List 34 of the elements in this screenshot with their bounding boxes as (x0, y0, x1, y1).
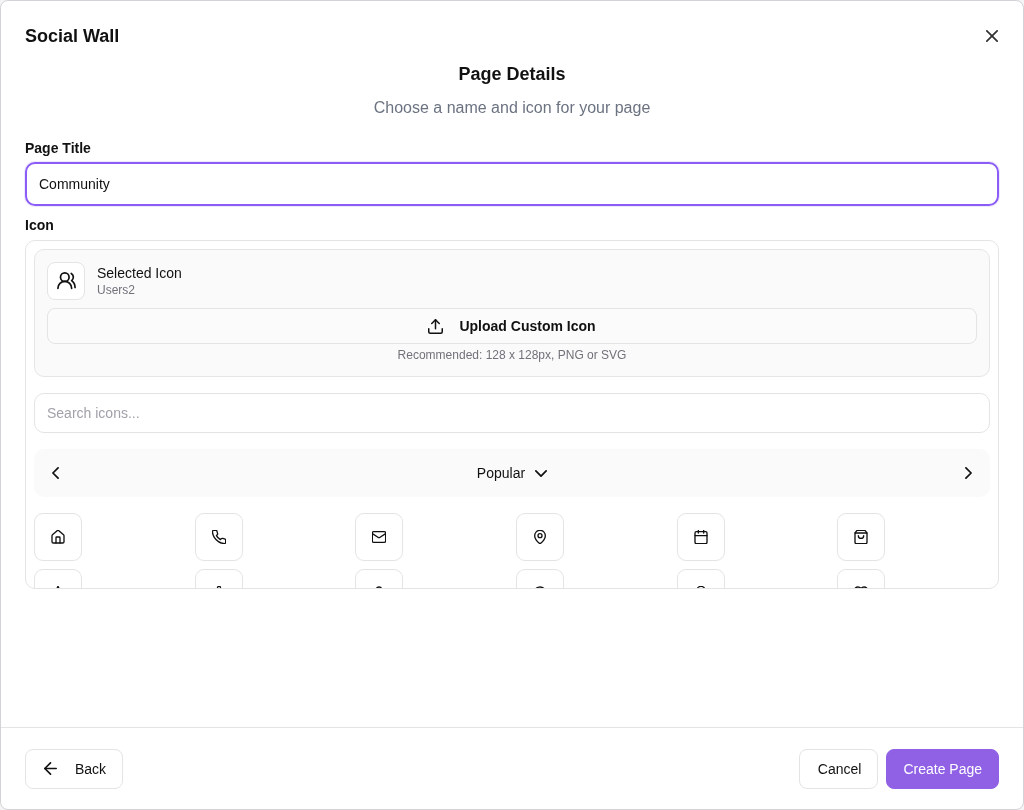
close-button[interactable] (986, 30, 998, 42)
icon-option[interactable] (516, 513, 564, 561)
search-field[interactable]: Search icons... (34, 393, 990, 433)
icon-option[interactable] (837, 513, 886, 561)
shopping-bag-icon (854, 530, 869, 544)
users-icon (47, 262, 85, 300)
map-pin-icon (533, 530, 547, 544)
selected-icon-name: Users2 (97, 282, 136, 298)
upload-icon (428, 318, 444, 334)
selected-icon-heading: Selected Icon (97, 264, 182, 282)
recommendation-text: Recommended: 128 x 128px, PNG or SVG (396, 347, 628, 363)
close-icon (986, 30, 998, 42)
icon-option[interactable] (34, 513, 82, 561)
category-dropdown[interactable]: Popular (470, 461, 554, 485)
page-title-field[interactable]: Community (25, 162, 999, 206)
icon-option[interactable] (355, 513, 404, 561)
icon-option[interactable] (194, 513, 243, 561)
chevron-right-icon (965, 467, 972, 479)
dialog-title: Social Wall (25, 25, 120, 47)
back-button[interactable]: Back (25, 748, 124, 789)
icon-option[interactable] (676, 513, 725, 561)
field-label: Page Title (25, 139, 91, 158)
upload-custom-icon-button[interactable]: Upload Custom Icon (47, 308, 977, 344)
step-title: Page Details (457, 63, 567, 86)
calendar-icon (693, 530, 708, 544)
phone-icon (211, 530, 226, 544)
chevron-left-icon (52, 467, 59, 479)
step-subtitle: Choose a name and icon for your page (372, 98, 652, 118)
chevron-down-icon (535, 469, 548, 477)
house-icon (51, 530, 65, 544)
cancel-button[interactable]: Cancel (798, 748, 879, 789)
mail-icon (372, 530, 387, 544)
field-label: Icon (25, 216, 54, 235)
create-page-button[interactable]: Create Page (886, 748, 999, 789)
